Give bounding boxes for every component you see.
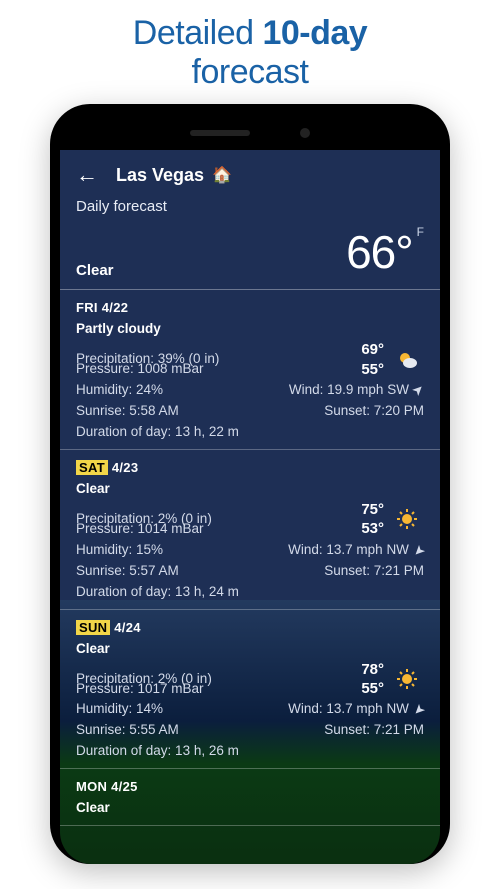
day-date: SAT 4/23 (76, 458, 424, 478)
sunrise-row: Sunrise: 5:55 AM (76, 720, 179, 741)
wind-row: Wind: 13.7 mph NW ➤ (288, 699, 424, 720)
sunset-row: Sunset: 7:20 PM (324, 401, 424, 422)
day-date-highlight: SUN (76, 620, 110, 635)
humidity-row: Humidity: 14% (76, 699, 163, 720)
wind-arrow-icon: ➤ (407, 379, 430, 402)
sunset-row: Sunset: 7:21 PM (324, 561, 424, 582)
temp-hi-lo: 78°55° (361, 660, 384, 699)
forecast-day[interactable]: SUN 4/24 Clear Precipitation: 2% (0 in) … (60, 610, 440, 770)
wind-row: Wind: 19.9 mph SW ➤ (289, 380, 424, 401)
promo-headline: Detailed 10-day forecast (0, 0, 500, 98)
section-title: Daily forecast (60, 194, 440, 225)
day-date: FRI 4/22 (76, 298, 424, 318)
forecast-day[interactable]: SAT 4/23 Clear Precipitation: 2% (0 in) … (60, 450, 440, 610)
app-screen: ← Las Vegas 🏠 Daily forecast Clear 66°F … (60, 150, 440, 864)
duration-row: Duration of day: 13 h, 24 m (76, 582, 424, 603)
duration-row: Duration of day: 13 h, 26 m (76, 741, 424, 762)
day-date: MON 4/25 (76, 777, 424, 797)
sun-icon (390, 668, 424, 690)
temp-hi-lo: 69°55° (361, 340, 384, 379)
current-condition-text: Clear (76, 262, 114, 279)
sunrise-row: Sunrise: 5:57 AM (76, 561, 179, 582)
temp-hi-lo: 75°53° (361, 500, 384, 539)
day-date: SUN 4/24 (76, 618, 424, 638)
partly-cloudy-icon (390, 349, 424, 371)
sunrise-row: Sunrise: 5:58 AM (76, 401, 179, 422)
location-title[interactable]: Las Vegas 🏠 (116, 165, 232, 186)
back-icon[interactable]: ← (76, 164, 98, 186)
sunset-row: Sunset: 7:21 PM (324, 720, 424, 741)
pressure-row: Pressure: 1008 mBar (76, 359, 204, 380)
day-condition: Partly cloudy (76, 319, 424, 340)
sun-icon (390, 508, 424, 530)
forecast-day[interactable]: MON 4/25 Clear (60, 769, 440, 826)
current-conditions: Clear 66° F (60, 225, 440, 290)
humidity-row: Humidity: 24% (76, 380, 163, 401)
day-condition: Clear (76, 639, 424, 660)
home-icon: 🏠 (212, 165, 232, 185)
app-bar: ← Las Vegas 🏠 (60, 150, 440, 194)
duration-row: Duration of day: 13 h, 22 m (76, 422, 424, 443)
day-condition: Clear (76, 479, 424, 500)
wind-arrow-icon: ➤ (407, 539, 430, 562)
pressure-row: Pressure: 1017 mBar (76, 679, 204, 700)
day-condition: Clear (76, 798, 424, 819)
phone-sensors (60, 118, 440, 148)
temp-unit: F (417, 225, 424, 239)
humidity-row: Humidity: 15% (76, 540, 163, 561)
phone-frame: ← Las Vegas 🏠 Daily forecast Clear 66°F … (50, 104, 450, 864)
day-date-highlight: SAT (76, 460, 108, 475)
pressure-row: Pressure: 1014 mBar (76, 519, 204, 540)
forecast-day[interactable]: FRI 4/22 Partly cloudy Precipitation: 39… (60, 290, 440, 450)
wind-row: Wind: 13.7 mph NW ➤ (288, 540, 424, 561)
wind-arrow-icon: ➤ (407, 699, 430, 722)
current-temp: 66° (346, 226, 413, 278)
